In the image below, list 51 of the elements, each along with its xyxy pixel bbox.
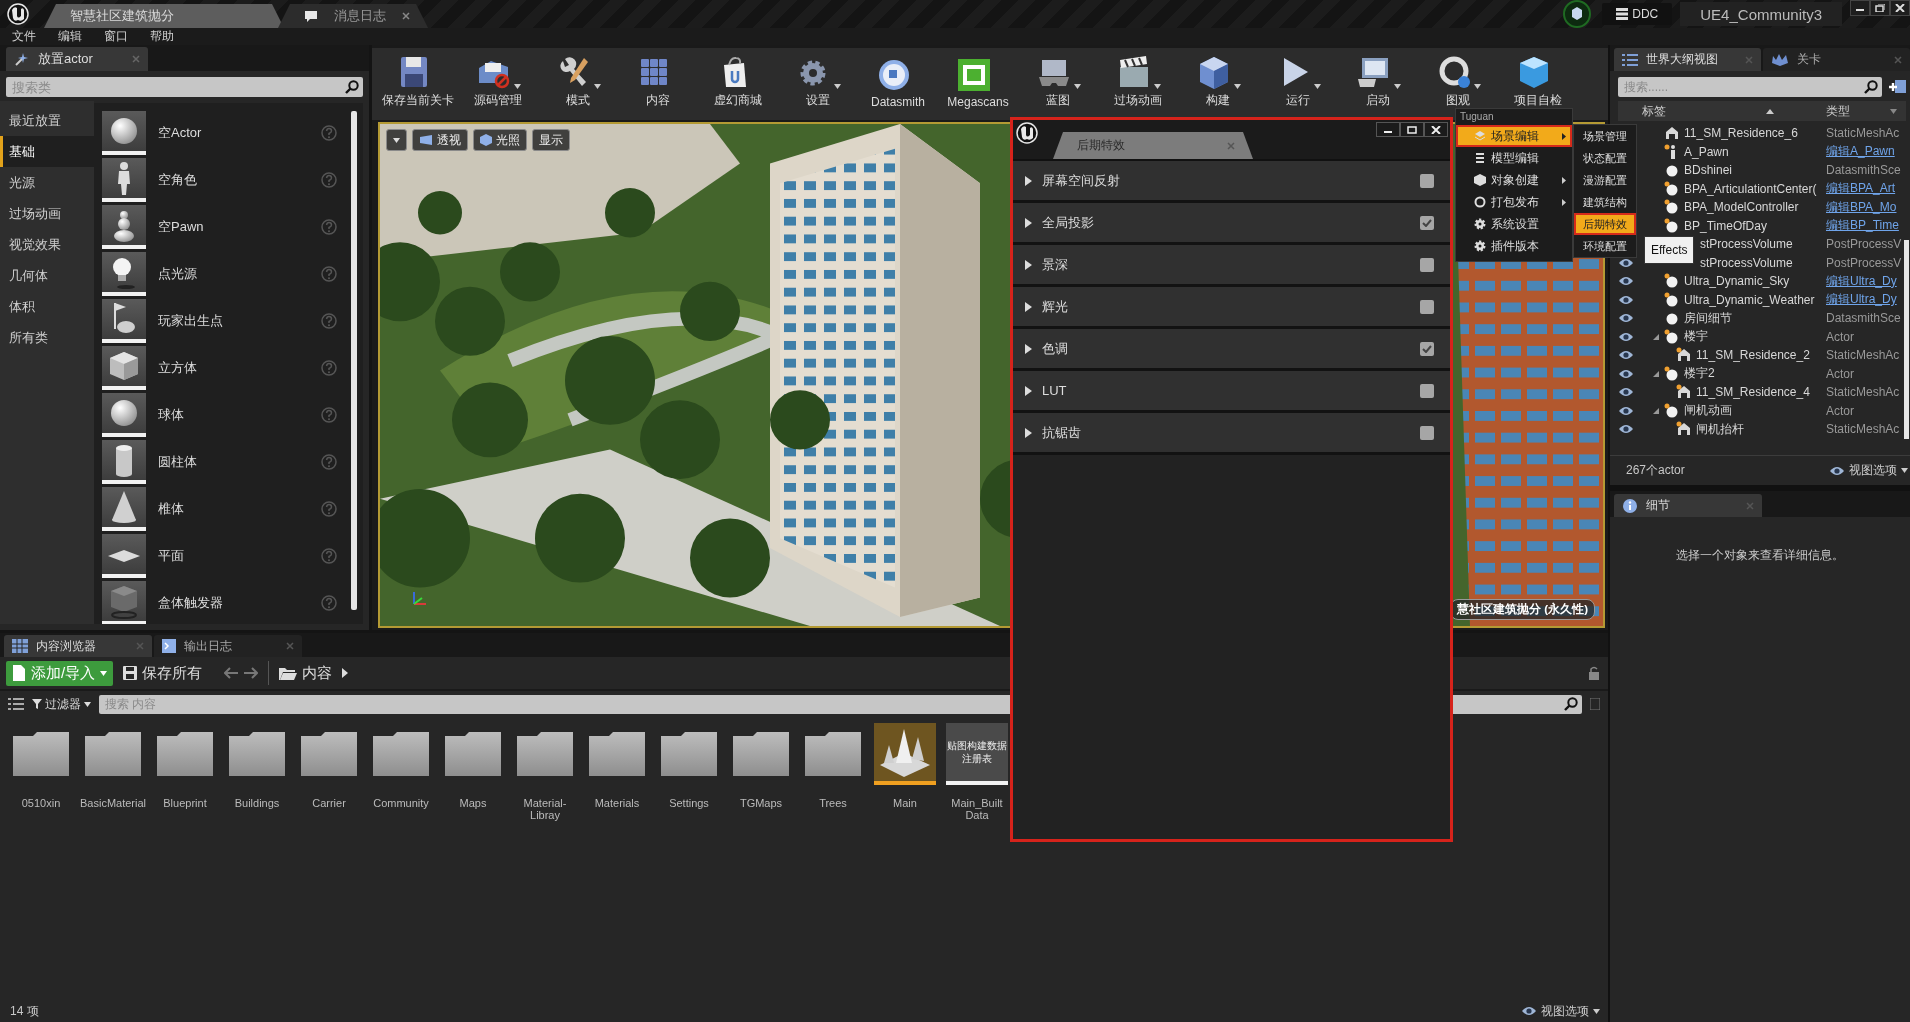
actor-type: Actor: [1826, 366, 1855, 381]
asset-label: Main: [892, 797, 918, 809]
tooltip: Effects: [1644, 236, 1695, 264]
effect-label: 景深: [1042, 255, 1069, 274]
effect-label: 屏幕空间反射: [1042, 171, 1121, 190]
actor-type: StaticMeshAc: [1826, 126, 1901, 141]
actor-type: DatasmithSce: [1826, 311, 1902, 326]
actor-class-label: 圆柱体: [158, 452, 198, 471]
asset-label: Trees: [818, 797, 848, 809]
item-count: 14 项: [10, 1002, 39, 1020]
effect-label: 抗锯齿: [1042, 423, 1082, 442]
asset-label: Main_BuiltData: [950, 797, 1004, 821]
effect-label: LUT: [1042, 383, 1068, 398]
asset-label: TGMaps: [738, 797, 784, 809]
asset-label: Material-Libray: [522, 797, 568, 821]
actor-type: StaticMeshAc: [1826, 348, 1901, 363]
asset-label: 0510xin: [20, 797, 62, 809]
actor-type: PostProcessV: [1826, 237, 1903, 252]
actor-class-label: 空Actor: [158, 123, 203, 142]
actor-type: StaticMeshAc: [1826, 422, 1901, 437]
actor-class-label: 盒体触发器: [158, 593, 224, 612]
actor-type: PostProcessV: [1826, 255, 1903, 270]
asset-label: Materials: [593, 797, 641, 809]
asset-label: Settings: [668, 797, 710, 809]
project-name: UE4_Community3: [1680, 2, 1842, 26]
actor-type: DatasmithSce: [1826, 163, 1902, 178]
actor-class-label: 点光源: [158, 264, 198, 283]
asset-label: Buildings: [233, 797, 281, 809]
asset-label: BasicMaterial: [79, 797, 147, 809]
actor-class-label: 椎体: [158, 499, 185, 518]
effect-label: 全局投影: [1042, 213, 1095, 232]
actor-class-label: 立方体: [158, 358, 198, 377]
thumbnail-text: 贴图构建数据注册表: [947, 739, 1007, 765]
effect-label: 辉光: [1042, 297, 1069, 316]
actor-type: StaticMeshAc: [1826, 385, 1901, 400]
actor-type: Actor: [1826, 403, 1855, 418]
actor-class-label: 平面: [158, 546, 185, 565]
asset-label: Maps: [458, 797, 488, 809]
actor-class-label: 球体: [158, 405, 185, 424]
effect-label: 色调: [1042, 339, 1069, 358]
actor-class-label: 空角色: [158, 170, 198, 189]
level-label: 慧社区建筑抛分 (永久性): [1450, 599, 1595, 620]
actor-count: 267个actor: [1626, 462, 1685, 479]
asset-label: Community: [372, 797, 430, 809]
actor-type: Actor: [1826, 329, 1855, 344]
asset-label: Carrier: [311, 797, 347, 809]
actor-class-label: 空Pawn: [158, 217, 205, 236]
asset-label: Blueprint: [162, 797, 208, 809]
actor-class-label: 玩家出生点: [158, 311, 224, 330]
menu-header: Tuguan: [1459, 110, 1495, 124]
details-hint: 选择一个对象来查看详细信息。: [1675, 547, 1845, 564]
